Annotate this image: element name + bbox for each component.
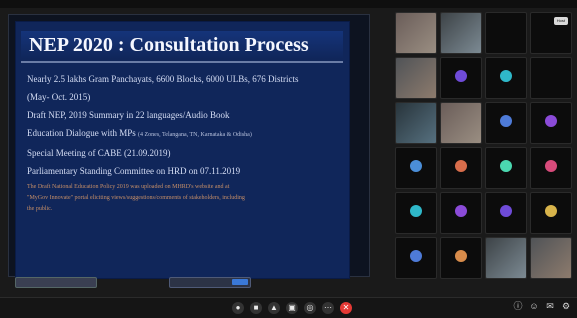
participant-tile[interactable]: Host (530, 12, 572, 54)
participant-avatar-icon (410, 205, 422, 217)
slide-orange-line: "MyGov Innovate" portal eliciting views/… (27, 195, 245, 201)
participant-avatar-icon (410, 160, 422, 172)
info-icon[interactable]: ⓘ (513, 301, 523, 311)
slide-line: Parliamentary Standing Committee on HRD … (27, 166, 241, 176)
participant-avatar-icon (545, 205, 557, 217)
participant-tile[interactable] (485, 147, 527, 189)
meeting-controls: ● ■ ▲ ▣ ◎ ⋯ ✕ (232, 300, 352, 316)
participant-avatar-icon (455, 160, 467, 172)
activities-icon[interactable]: ⚙ (561, 301, 571, 311)
participant-tile[interactable] (395, 102, 437, 144)
slide-body: Nearly 2.5 lakhs Gram Panchayats, 6600 B… (27, 73, 345, 273)
mic-icon[interactable]: ● (232, 302, 244, 314)
meeting-bottom-bar: ● ■ ▲ ▣ ◎ ⋯ ✕ ⓘ ☺ ✉ ⚙ (0, 297, 577, 318)
participant-avatar-icon (500, 205, 512, 217)
presentation-controls-mid[interactable] (169, 277, 251, 288)
video-icon[interactable]: ■ (250, 302, 262, 314)
participant-tile[interactable] (485, 57, 527, 99)
participant-tile[interactable] (530, 192, 572, 234)
participant-label-chip: Host (553, 17, 568, 25)
participant-tile[interactable] (485, 102, 527, 144)
participant-tile[interactable] (530, 147, 572, 189)
participant-tile[interactable] (440, 237, 482, 279)
end-call-icon[interactable]: ✕ (340, 302, 352, 314)
participant-tile[interactable] (530, 237, 572, 279)
slide-orange-line: The Draft National Education Policy 2019… (27, 184, 230, 190)
slide-orange-line: the public. (27, 206, 53, 212)
participant-avatar-icon (410, 250, 422, 262)
participant-avatar-icon (500, 115, 512, 127)
more-icon[interactable]: ⋯ (322, 302, 334, 314)
slide-title-underline (21, 61, 343, 63)
slide-line: Education Dialogue with MPs (4 Zones, Te… (27, 128, 252, 138)
participant-tile[interactable] (440, 57, 482, 99)
participant-tile[interactable] (530, 102, 572, 144)
chat-icon[interactable]: ✉ (545, 301, 555, 311)
participant-avatar-icon (500, 70, 512, 82)
presentation-controls-left[interactable] (15, 277, 97, 288)
participant-tile[interactable] (395, 147, 437, 189)
slide-line: (May- Oct. 2015) (27, 92, 91, 102)
slide-line: Nearly 2.5 lakhs Gram Panchayats, 6600 B… (27, 74, 299, 84)
slide: NEP 2020 : Consultation Process Nearly 2… (15, 21, 350, 288)
slide-title: NEP 2020 : Consultation Process (21, 31, 343, 59)
participant-tile[interactable] (440, 147, 482, 189)
participant-tile[interactable] (440, 192, 482, 234)
participant-tile[interactable] (485, 192, 527, 234)
participant-tile[interactable] (440, 102, 482, 144)
participant-avatar-icon (545, 160, 557, 172)
chat-icon[interactable]: ▣ (286, 302, 298, 314)
participant-tile[interactable] (440, 12, 482, 54)
participant-tile[interactable] (485, 12, 527, 54)
participant-tile[interactable] (485, 237, 527, 279)
participant-avatar-icon (545, 115, 557, 127)
people-icon[interactable]: ☺ (529, 301, 539, 311)
participant-avatar-icon (455, 250, 467, 262)
presentation-area: NEP 2020 : Consultation Process Nearly 2… (8, 14, 370, 288)
participant-avatar-icon (455, 205, 467, 217)
participant-tile[interactable] (395, 192, 437, 234)
meeting-right-icons: ⓘ ☺ ✉ ⚙ (513, 301, 571, 311)
participant-tile[interactable] (395, 12, 437, 54)
participant-tile[interactable] (530, 57, 572, 99)
participant-avatar-icon (455, 70, 467, 82)
participant-avatar-icon (500, 160, 512, 172)
share-icon[interactable]: ▲ (268, 302, 280, 314)
slide-line: Special Meeting of CABE (21.09.2019) (27, 148, 171, 158)
participant-tile[interactable] (395, 57, 437, 99)
top-strip (0, 0, 577, 8)
participants-grid: Host (395, 12, 572, 279)
slide-line: Draft NEP, 2019 Summary in 22 languages/… (27, 110, 230, 120)
participants-icon[interactable]: ◎ (304, 302, 316, 314)
participant-tile[interactable] (395, 237, 437, 279)
